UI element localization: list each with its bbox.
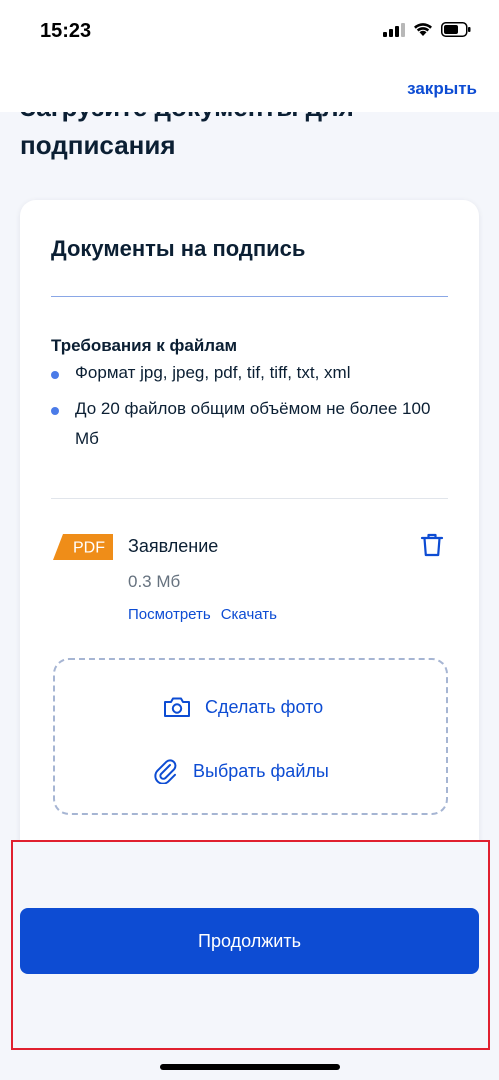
bullet-icon <box>51 371 59 379</box>
take-photo-button[interactable]: Сделать фото <box>163 696 323 718</box>
file-actions: Посмотреть Скачать <box>128 606 277 623</box>
requirement-text: До 20 файлов общим объёмом не более 100 … <box>75 399 431 448</box>
signal-icon <box>383 22 405 37</box>
requirement-text: Формат jpg, jpeg, pdf, tif, tiff, txt, x… <box>75 363 351 382</box>
documents-card: Документы на подпись Требования к файлам… <box>20 200 479 840</box>
close-link[interactable]: закрыть <box>407 79 477 99</box>
status-time: 15:23 <box>40 20 92 42</box>
home-indicator <box>160 1064 340 1070</box>
wifi-icon <box>414 23 432 36</box>
divider <box>51 498 448 499</box>
scroll-area[interactable]: Загрузите документы для подписания Докум… <box>0 112 499 840</box>
camera-icon <box>164 697 190 717</box>
pdf-file-icon: PDF <box>53 534 113 560</box>
file-size: 0.3 Мб <box>128 572 181 591</box>
nav-bar: закрыть <box>0 64 499 112</box>
status-bar: 15:23 <box>0 0 499 64</box>
card-title: Документы на подпись <box>51 236 306 261</box>
list-item: До 20 файлов общим объёмом не более 100 … <box>51 399 431 454</box>
continue-button[interactable]: Продолжить <box>20 908 479 974</box>
divider <box>51 296 448 297</box>
choose-files-button[interactable]: Выбрать файлы <box>153 758 329 784</box>
requirements-list: Формат jpg, jpeg, pdf, tif, tiff, txt, x… <box>51 363 431 466</box>
trash-icon[interactable] <box>420 532 444 558</box>
paperclip-icon <box>154 759 177 784</box>
page-title: Загрузите документы для подписания <box>20 112 354 160</box>
status-icons <box>383 22 471 37</box>
battery-icon <box>441 22 471 37</box>
requirements-title: Требования к файлам <box>51 336 238 355</box>
bullet-icon <box>51 407 59 415</box>
file-name: Заявление <box>128 536 219 556</box>
list-item: Формат jpg, jpeg, pdf, tif, tiff, txt, x… <box>51 363 431 388</box>
choose-files-label: Выбрать файлы <box>193 760 329 781</box>
view-file-link[interactable]: Посмотреть <box>128 606 211 623</box>
take-photo-label: Сделать фото <box>205 696 324 717</box>
pdf-badge-label: PDF <box>73 540 105 557</box>
file-dropzone[interactable]: Сделать фото Выбрать файлы <box>53 658 448 815</box>
download-file-link[interactable]: Скачать <box>221 606 277 623</box>
